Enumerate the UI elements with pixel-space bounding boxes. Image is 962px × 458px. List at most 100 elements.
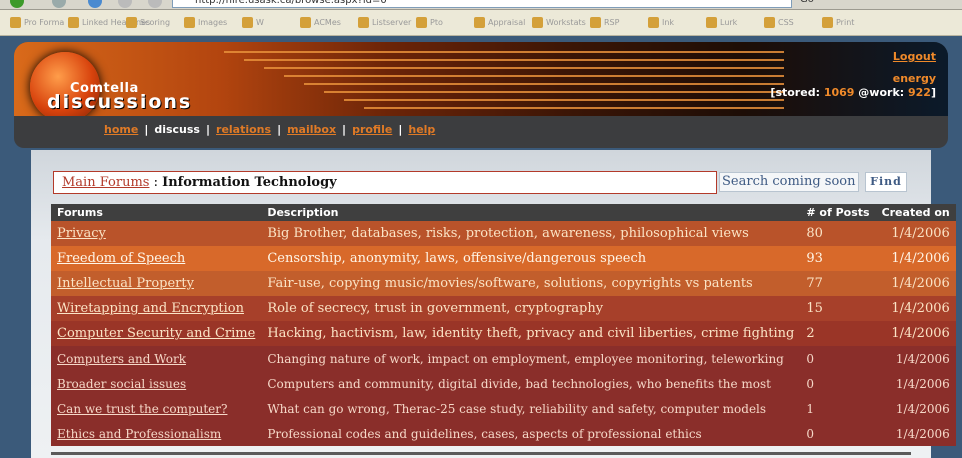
breadcrumb-current: Information Technology	[162, 175, 337, 190]
description-cell: Professional codes and guidelines, cases…	[261, 421, 801, 446]
nav-discuss[interactable]: discuss	[154, 123, 200, 136]
forum-link[interactable]: Freedom of Speech	[57, 251, 185, 266]
nav-separator: |	[342, 123, 347, 136]
forum-link[interactable]: Wiretapping and Encryption	[57, 301, 244, 316]
stop-icon[interactable]	[118, 0, 132, 8]
created-cell: 1/4/2006	[875, 421, 956, 446]
bookmark-link[interactable]: Images	[184, 16, 227, 30]
main-nav: home | discuss | relations | mailbox | profile | h…	[104, 123, 435, 136]
breadcrumb-main-forums[interactable]: Main Forums	[62, 175, 149, 190]
home-icon[interactable]	[148, 0, 162, 8]
bookmark-link[interactable]: Ink	[648, 16, 674, 30]
bookmark-link[interactable]: CSS	[764, 16, 794, 30]
description-cell: Fair-use, copying music/movies/software,…	[261, 271, 801, 296]
posts-cell: 2	[800, 321, 876, 346]
bookmark-link[interactable]: Listserver	[358, 16, 411, 30]
forum-cell: Intellectual Property	[51, 271, 262, 296]
table-footer-bar	[51, 452, 911, 455]
bookmark-link[interactable]: Pro Forma	[10, 16, 64, 30]
created-cell: 1/4/2006	[875, 246, 956, 271]
nav-separator: |	[277, 123, 282, 136]
description-cell: Censorship, anonymity, laws, offensive/d…	[261, 246, 801, 271]
bookmark-link[interactable]: Print	[822, 16, 854, 30]
work-label: @work:	[858, 86, 905, 99]
forum-cell: Wiretapping and Encryption	[51, 296, 262, 321]
nav-separator: |	[144, 123, 149, 136]
bookmark-link[interactable]: RSP	[590, 16, 619, 30]
created-cell: 1/4/2006	[875, 271, 956, 296]
bookmark-link[interactable]: Pto	[416, 16, 443, 30]
table-row: Computer Security and Crime Hacking, hact…	[51, 321, 956, 346]
search-input[interactable]: Search coming soon	[719, 172, 859, 192]
forum-link[interactable]: Privacy	[57, 226, 106, 241]
description-cell: Hacking, hactivism, law, identity theft,…	[261, 321, 801, 346]
forum-link[interactable]: Broader social issues	[57, 377, 186, 391]
table-row: Freedom of Speech Censorship, anonymity, …	[51, 246, 956, 271]
posts-cell: 15	[800, 296, 876, 321]
nav-home[interactable]: home	[104, 123, 138, 136]
table-row: Ethics and Professionalism Professional c…	[51, 421, 956, 446]
nav-separator: |	[205, 123, 211, 136]
bookmark-link[interactable]: ACMes	[300, 16, 341, 30]
forum-link[interactable]: Ethics and Professionalism	[57, 427, 221, 441]
page: Comtella discussions Logout energy [stor…	[0, 36, 962, 458]
description-cell: Role of secrecy, trust in government, cr…	[261, 296, 801, 321]
created-cell: 1/4/2006	[875, 346, 956, 371]
bookmark-link[interactable]: Appraisal	[474, 16, 525, 30]
nav-relations[interactable]: relations	[216, 123, 271, 136]
work-value: 922	[908, 86, 931, 99]
posts-cell: 77	[800, 271, 876, 296]
forum-link[interactable]: Computers and Work	[57, 352, 186, 366]
main-content: Main Forums : Information Technology Sea…	[31, 150, 956, 458]
forum-link[interactable]: Intellectual Property	[57, 276, 194, 291]
created-cell: 1/4/2006	[875, 296, 956, 321]
forum-link[interactable]: Computer Security and Crime	[57, 326, 255, 341]
bookmark-link[interactable]: W	[242, 16, 264, 30]
find-button[interactable]: Find	[865, 172, 907, 192]
nav-mailbox[interactable]: mailbox	[287, 123, 336, 136]
description-cell: Computers and community, digital divide,…	[261, 371, 801, 396]
table-row: Intellectual Property Fair-use, copying m…	[51, 271, 956, 296]
forum-cell: Computer Security and Crime	[51, 321, 262, 346]
energy-stats: [stored: 1069 @work: 922]	[770, 86, 936, 99]
forum-cell: Freedom of Speech	[51, 246, 262, 271]
go-button[interactable]: Go	[800, 0, 814, 5]
stored-value: 1069	[823, 86, 855, 99]
back-arrow-icon[interactable]	[10, 0, 24, 8]
forward-arrow-icon[interactable]	[52, 0, 66, 8]
nav-separator: |	[398, 123, 403, 136]
description-cell: What can go wrong, Therac-25 case study,…	[261, 396, 801, 421]
forum-cell: Computers and Work	[51, 346, 262, 371]
description-cell: Changing nature of work, impact on emplo…	[261, 346, 801, 371]
col-description: Description	[261, 204, 801, 221]
address-bar[interactable]: http://hire.usask.ca/browse.aspx?id=0	[172, 0, 792, 8]
col-forums: Forums	[51, 204, 262, 221]
bookmark-link[interactable]: Scoring	[126, 16, 170, 30]
stats-close: ]	[930, 86, 936, 99]
browser-toolbar: http://hire.usask.ca/browse.aspx?id=0 Go	[0, 0, 962, 10]
forum-cell: Can we trust the computer?	[51, 396, 262, 421]
nav-profile[interactable]: profile	[352, 123, 392, 136]
bookmark-link[interactable]: Lurk	[706, 16, 737, 30]
refresh-icon[interactable]	[88, 0, 102, 8]
created-cell: 1/4/2006	[875, 371, 956, 396]
posts-cell: 0	[800, 421, 876, 446]
bookmark-link[interactable]: Workstats	[532, 16, 586, 30]
brand-logo[interactable]: discussions	[47, 91, 192, 113]
site-header: Comtella discussions Logout energy [stor…	[14, 42, 948, 148]
description-cell: Big Brother, databases, risks, protectio…	[261, 221, 801, 246]
user-status: Logout energy [stored: 1069 @work: 922]	[770, 50, 936, 99]
logout-link[interactable]: Logout	[770, 50, 936, 63]
forum-cell: Broader social issues	[51, 371, 262, 396]
table-header-row: Forums Description # of Posts Created on	[51, 204, 956, 221]
created-cell: 1/4/2006	[875, 321, 956, 346]
table-row: Privacy Big Brother, databases, risks, pr…	[51, 221, 956, 246]
banner: Comtella discussions Logout energy [stor…	[14, 42, 948, 116]
posts-cell: 80	[800, 221, 876, 246]
created-cell: 1/4/2006	[875, 221, 956, 246]
nav-help[interactable]: help	[408, 123, 435, 136]
created-cell: 1/4/2006	[875, 396, 956, 421]
forum-link[interactable]: Can we trust the computer?	[57, 402, 227, 416]
banner-stripes	[224, 51, 784, 109]
posts-cell: 93	[800, 246, 876, 271]
